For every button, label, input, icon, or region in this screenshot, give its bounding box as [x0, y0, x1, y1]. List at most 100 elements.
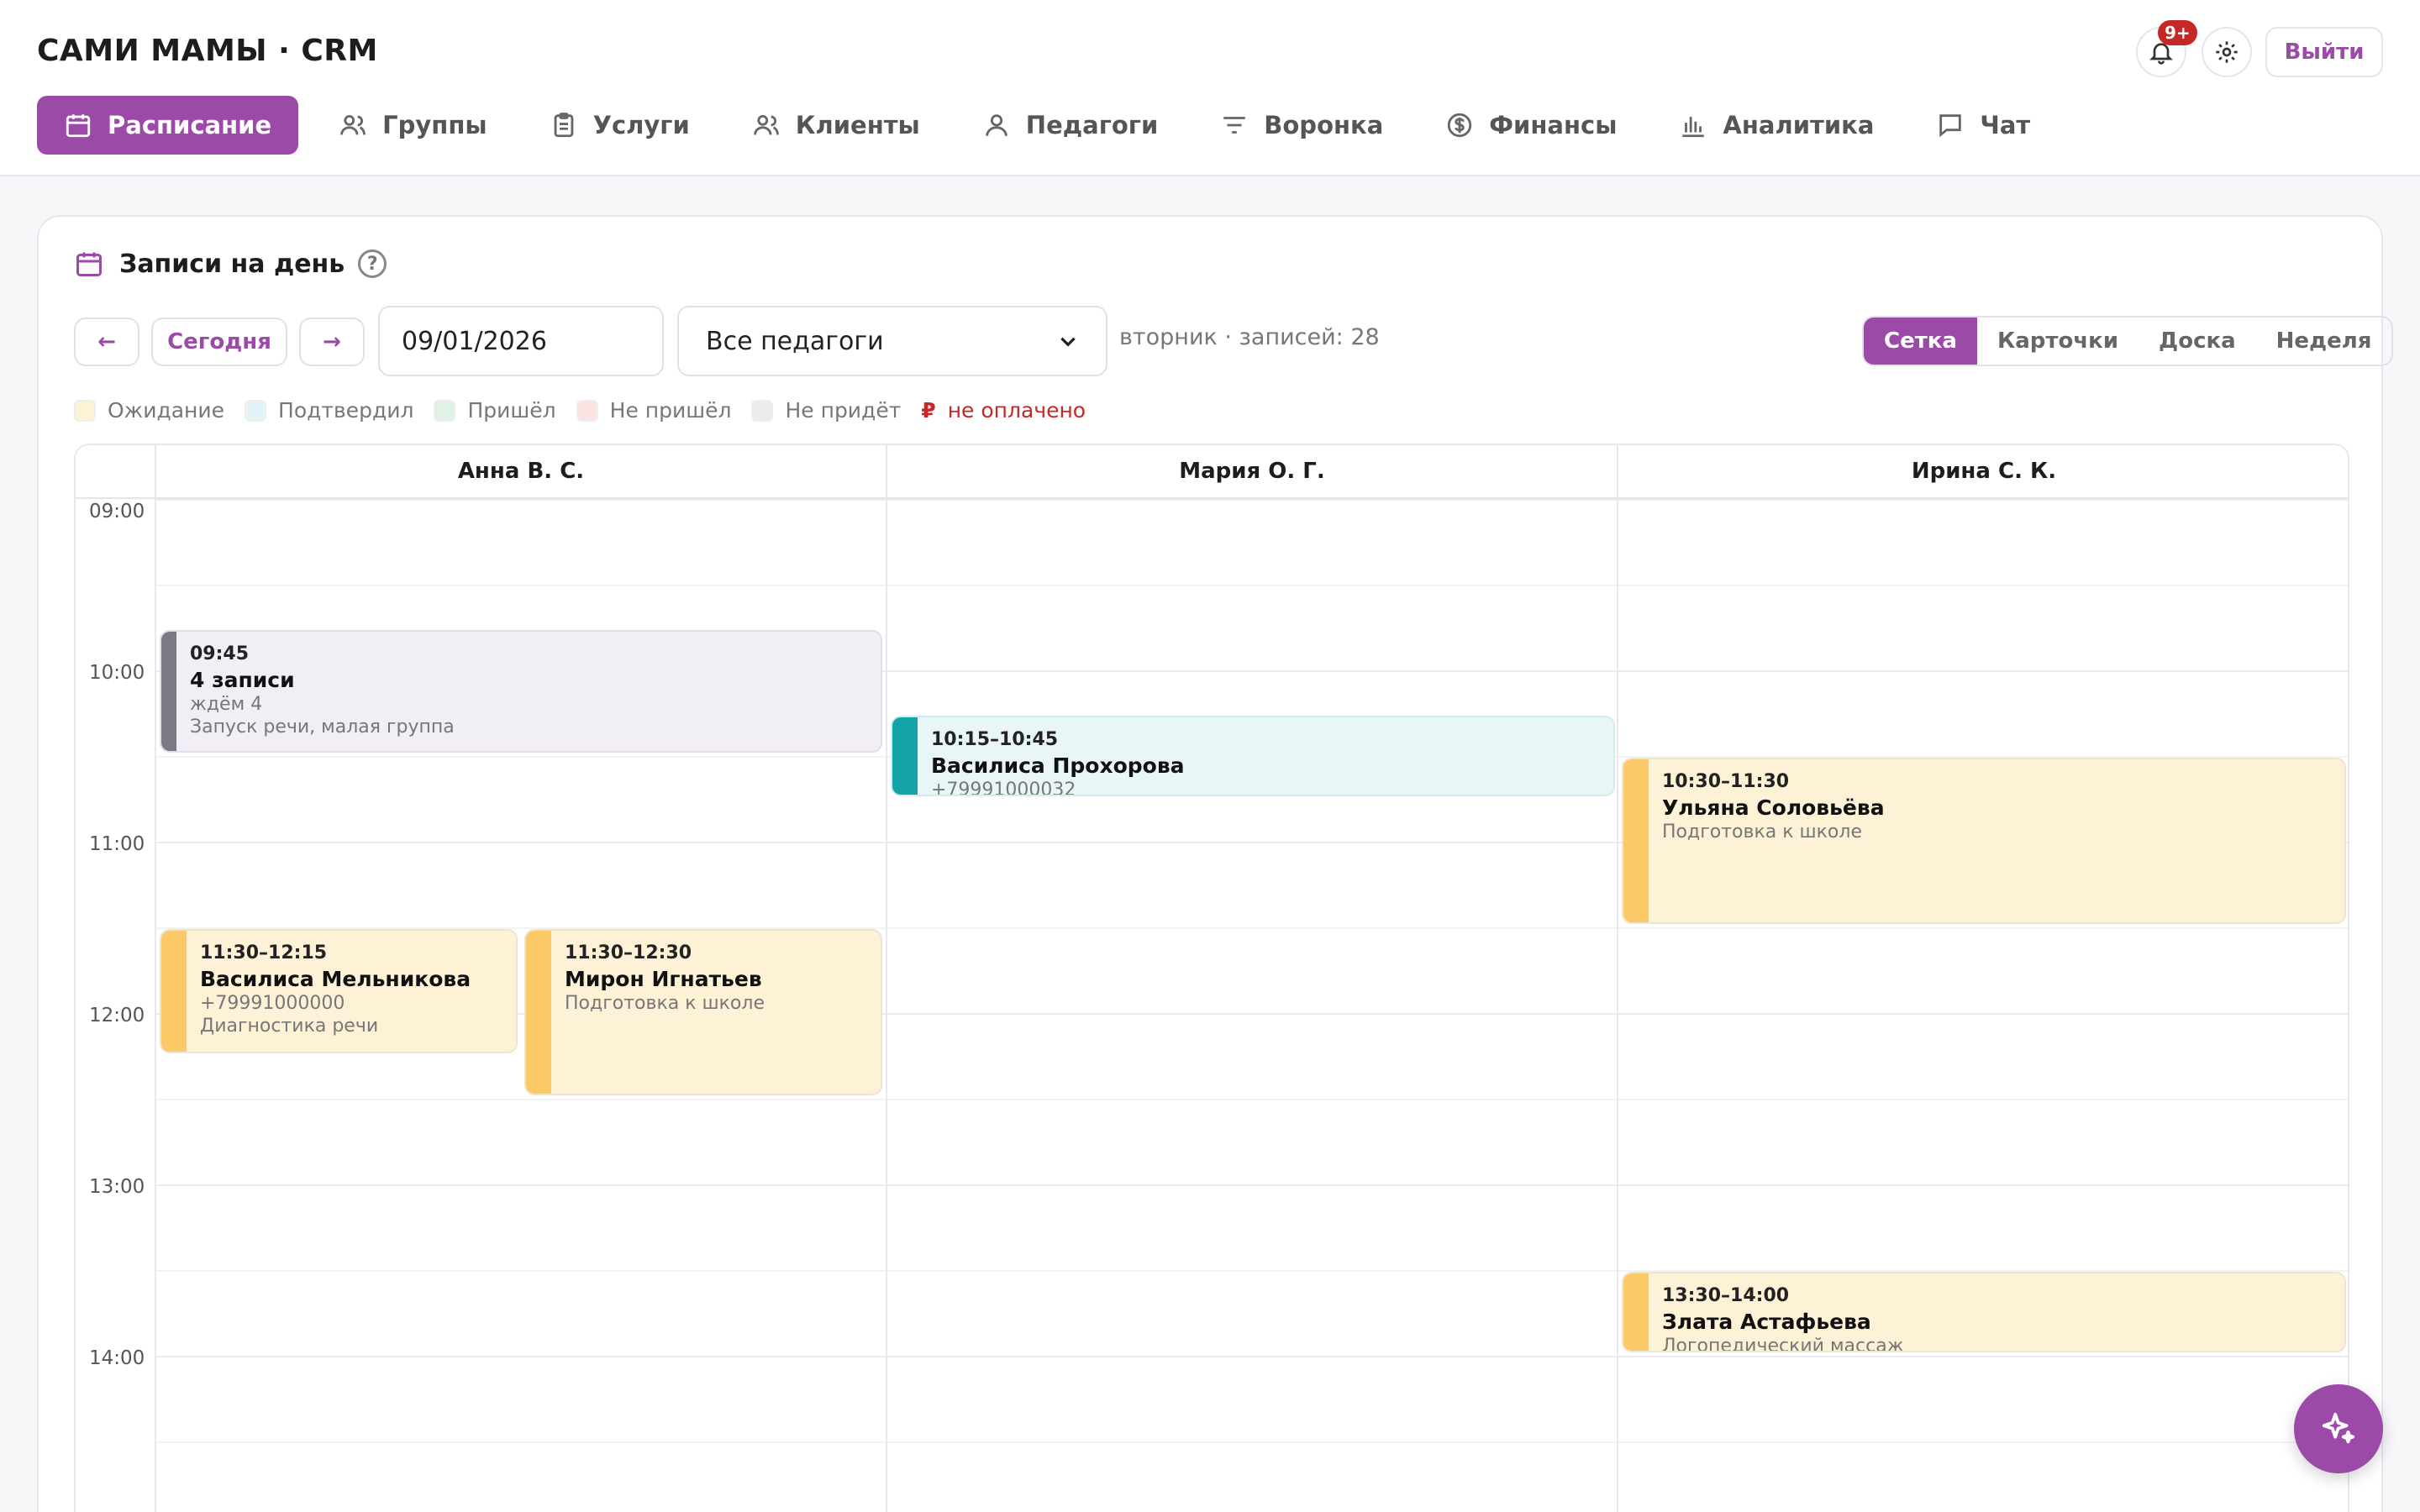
appointment-card[interactable]: 10:30–11:30 Ульяна Соловьёва Подготовка …	[1622, 758, 2346, 924]
hour-label: 09:00	[89, 501, 145, 522]
hour-label: 14:00	[89, 1347, 145, 1369]
chat-icon	[1939, 114, 1962, 138]
appointment-detail: +79991000032	[931, 780, 1076, 796]
appointment-detail: +79991000000	[200, 993, 345, 1014]
hour-label: 13:00	[89, 1176, 145, 1198]
date-input[interactable]	[378, 306, 664, 376]
appointment-detail: Диагностика речи	[200, 1016, 379, 1037]
chevron-down-icon	[1060, 337, 1076, 347]
nav-item-label: Аналитика	[1723, 111, 1875, 139]
users-icon	[753, 114, 779, 135]
view-board-tab[interactable]: Доска	[2139, 318, 2256, 365]
appointment-title: 4 записи	[190, 668, 295, 692]
teacher-column-header: Анна В. С.	[457, 459, 585, 484]
nav-item-chat[interactable]: Чат	[1912, 96, 2054, 155]
grid-line	[155, 1356, 2348, 1357]
appointment-content: 10:15–10:45 Василиса Прохорова +79991000…	[931, 729, 1603, 796]
appointment-detail: Подготовка к школе	[565, 993, 765, 1014]
today-button[interactable]: Сегодня	[151, 318, 287, 366]
nav-item-schedule[interactable]: Расписание	[37, 96, 299, 155]
appointment-detail: Запуск речи, малая группа	[190, 717, 455, 738]
nav-item-label: Расписание	[108, 111, 272, 139]
legend-label: Пришёл	[467, 398, 556, 423]
legend-swatch	[576, 399, 598, 422]
calendar-icon	[66, 114, 91, 138]
appointment-content: 11:30–12:30 Мирон Игнатьев Подготовка к …	[565, 942, 871, 1014]
appointment-card[interactable]: 10:15–10:45 Василиса Прохорова +79991000…	[891, 716, 1615, 796]
view-cards-tab[interactable]: Карточки	[1977, 318, 2139, 365]
teacher-select[interactable]: Все педагоги	[677, 306, 1107, 376]
grid-line	[155, 1099, 2348, 1100]
appointment-content: 13:30–14:00 Злата Астафьева Логопедическ…	[1662, 1285, 2334, 1351]
next-day-button[interactable]: →	[299, 318, 365, 366]
grid-header: Анна В. С. Мария О. Г. Ирина С. К.	[76, 445, 2348, 499]
legend-swatch	[245, 399, 267, 422]
grid-line	[155, 1184, 2348, 1186]
nav-item-groups[interactable]: Группы	[315, 96, 510, 155]
users-icon	[340, 114, 366, 135]
appointment-content: 09:45 4 записи ждём 4 Запуск речи, малая…	[190, 643, 871, 738]
grid-line	[155, 499, 2348, 501]
appointment-card[interactable]: 13:30–14:00 Злата Астафьева Логопедическ…	[1622, 1272, 2346, 1352]
appointment-content: 10:30–11:30 Ульяна Соловьёва Подготовка …	[1662, 771, 2334, 843]
legend-swatch	[74, 399, 96, 422]
appointment-card[interactable]: 11:30–12:30 Мирон Игнатьев Подготовка к …	[524, 929, 882, 1095]
nav-item-label: Группы	[382, 111, 487, 139]
appointment-detail: ждём 4	[190, 694, 263, 715]
nav-item-label: Педагоги	[1025, 111, 1159, 139]
grid-column-line	[155, 445, 156, 1512]
status-bar	[161, 632, 176, 751]
settings-button[interactable]	[2202, 27, 2252, 77]
prev-day-button[interactable]: ←	[74, 318, 139, 366]
app-title: САМИ МАМЫ · CRM	[37, 34, 378, 68]
nav-item-clients[interactable]: Клиенты	[729, 96, 944, 155]
legend-item: Не придёт	[751, 398, 901, 423]
top-bar: САМИ МАМЫ · CRM Расписание Группы Услуги…	[0, 0, 2420, 176]
nav-item-teachers[interactable]: Педагоги	[959, 96, 1181, 155]
hour-label: 12:00	[89, 1005, 145, 1026]
logout-button[interactable]: Выйти	[2265, 27, 2383, 77]
appointment-time: 10:30–11:30	[1662, 771, 1790, 792]
sparkle-icon	[2322, 1412, 2355, 1444]
user-icon	[986, 114, 1007, 136]
calendar-icon	[76, 252, 102, 276]
grid-line	[155, 1441, 2348, 1443]
help-icon[interactable]: ?	[358, 249, 387, 278]
status-bar	[892, 717, 918, 795]
card-title: Записи на день ?	[74, 249, 387, 279]
nav-item-services[interactable]: Услуги	[526, 96, 713, 155]
nav-item-analytics[interactable]: Аналитика	[1655, 96, 1897, 155]
appointment-time: 13:30–14:00	[1662, 1285, 1790, 1306]
appointment-time: 09:45	[190, 643, 250, 664]
appointment-title: Мирон Игнатьев	[565, 967, 762, 991]
status-bar	[526, 931, 551, 1094]
view-grid-tab[interactable]: Сетка	[1864, 318, 1977, 365]
grid-column-line	[886, 445, 887, 1512]
nav-item-funnel[interactable]: Воронка	[1197, 96, 1407, 155]
nav-item-finance[interactable]: Финансы	[1422, 96, 1640, 155]
legend-label: Подтвердил	[278, 398, 414, 423]
nav-item-label: Услуги	[592, 111, 690, 139]
teacher-select-value: Все педагоги	[706, 326, 884, 356]
view-week-tab[interactable]: Неделя	[2256, 318, 2392, 365]
legend-item: Подтвердил	[245, 398, 413, 423]
appointment-title: Василиса Мельникова	[200, 967, 471, 991]
teacher-column-header: Ирина С. К.	[1911, 459, 2057, 484]
hour-label: 10:00	[89, 662, 145, 684]
legend-swatch	[751, 399, 774, 422]
legend-item: Ожидание	[74, 398, 224, 423]
appointment-detail: Подготовка к школе	[1662, 822, 1862, 843]
status-bar	[1623, 759, 1649, 922]
appointment-time: 11:30–12:15	[200, 942, 328, 963]
appointment-content: 11:30–12:15 Василиса Мельникова +7999100…	[200, 942, 506, 1037]
clipboard-icon	[554, 113, 573, 138]
appointment-card[interactable]: 11:30–12:15 Василиса Мельникова +7999100…	[160, 929, 518, 1053]
schedule-card: Записи на день ? ← Сегодня → Все педагог…	[37, 215, 2394, 1512]
ruble-icon: ₽	[921, 398, 936, 423]
grid-column-line	[1617, 445, 1618, 1512]
legend-item: Пришёл	[434, 398, 556, 423]
teacher-column-header: Мария О. Г.	[1179, 459, 1325, 484]
appointment-card[interactable]: 09:45 4 записи ждём 4 Запуск речи, малая…	[160, 630, 882, 753]
legend-swatch	[434, 399, 456, 422]
ai-assistant-button[interactable]	[2294, 1384, 2383, 1473]
